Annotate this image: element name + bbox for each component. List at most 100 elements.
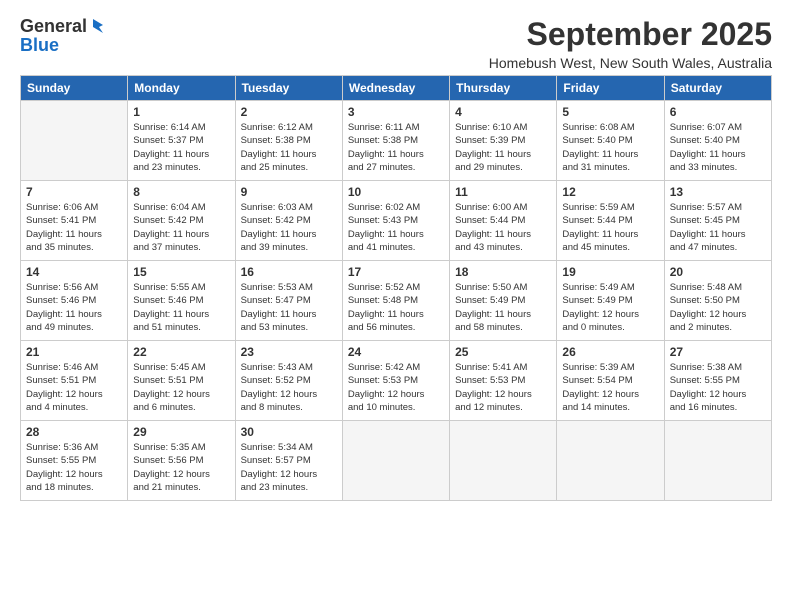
day-detail: Sunrise: 5:35 AM Sunset: 5:56 PM Dayligh… [133, 441, 229, 494]
calendar-cell: 9Sunrise: 6:03 AM Sunset: 5:42 PM Daylig… [235, 181, 342, 261]
day-number: 10 [348, 185, 444, 199]
day-number: 1 [133, 105, 229, 119]
calendar-cell: 28 Sunrise: 5:36 AM Sunset: 5:55 PM Dayli… [21, 421, 128, 501]
day-number: 27 [670, 345, 766, 359]
col-header-saturday: Saturday [664, 76, 771, 101]
day-number: 15 [133, 265, 229, 279]
calendar-cell: 7Sunrise: 6:06 AM Sunset: 5:41 PM Daylig… [21, 181, 128, 261]
day-number: 8 [133, 185, 229, 199]
calendar-cell: 23 Sunrise: 5:43 AM Sunset: 5:52 PM Dayli… [235, 341, 342, 421]
day-detail: Sunrise: 6:03 AM Sunset: 5:42 PM Dayligh… [241, 201, 337, 254]
day-number: 30 [241, 425, 337, 439]
calendar-cell: 21 Sunrise: 5:46 AM Sunset: 5:51 PM Dayli… [21, 341, 128, 421]
week-row-1: 1 Sunrise: 6:14 AM Sunset: 5:37 PM Daylig… [21, 101, 772, 181]
col-header-monday: Monday [128, 76, 235, 101]
day-detail: Sunrise: 6:14 AM Sunset: 5:37 PM Dayligh… [133, 121, 229, 174]
day-detail: Sunrise: 5:48 AM Sunset: 5:50 PM Dayligh… [670, 281, 766, 334]
logo-blue: Blue [20, 35, 59, 56]
day-detail: Sunrise: 5:57 AM Sunset: 5:45 PM Dayligh… [670, 201, 766, 254]
day-number: 28 [26, 425, 122, 439]
col-header-friday: Friday [557, 76, 664, 101]
calendar-cell: 11Sunrise: 6:00 AM Sunset: 5:44 PM Dayli… [450, 181, 557, 261]
day-number: 21 [26, 345, 122, 359]
day-number: 11 [455, 185, 551, 199]
logo-general: General [20, 16, 87, 37]
calendar-cell: 22Sunrise: 5:45 AM Sunset: 5:51 PM Dayli… [128, 341, 235, 421]
calendar-cell: 20 Sunrise: 5:48 AM Sunset: 5:50 PM Dayli… [664, 261, 771, 341]
day-detail: Sunrise: 6:08 AM Sunset: 5:40 PM Dayligh… [562, 121, 658, 174]
day-detail: Sunrise: 6:10 AM Sunset: 5:39 PM Dayligh… [455, 121, 551, 174]
calendar-cell [21, 101, 128, 181]
calendar-cell: 30 Sunrise: 5:34 AM Sunset: 5:57 PM Dayli… [235, 421, 342, 501]
day-detail: Sunrise: 5:50 AM Sunset: 5:49 PM Dayligh… [455, 281, 551, 334]
day-number: 13 [670, 185, 766, 199]
calendar-cell: 26Sunrise: 5:39 AM Sunset: 5:54 PM Dayli… [557, 341, 664, 421]
day-detail: Sunrise: 6:07 AM Sunset: 5:40 PM Dayligh… [670, 121, 766, 174]
calendar-cell: 2Sunrise: 6:12 AM Sunset: 5:38 PM Daylig… [235, 101, 342, 181]
week-row-5: 28 Sunrise: 5:36 AM Sunset: 5:55 PM Dayli… [21, 421, 772, 501]
day-detail: Sunrise: 6:02 AM Sunset: 5:43 PM Dayligh… [348, 201, 444, 254]
week-row-2: 7Sunrise: 6:06 AM Sunset: 5:41 PM Daylig… [21, 181, 772, 261]
day-detail: Sunrise: 5:53 AM Sunset: 5:47 PM Dayligh… [241, 281, 337, 334]
logo: General Blue [20, 16, 107, 56]
page-container: General Blue September 2025 Homebush Wes… [0, 0, 792, 511]
calendar-cell: 3 Sunrise: 6:11 AM Sunset: 5:38 PM Daylig… [342, 101, 449, 181]
calendar-cell: 15 Sunrise: 5:55 AM Sunset: 5:46 PM Dayli… [128, 261, 235, 341]
calendar-cell: 6 Sunrise: 6:07 AM Sunset: 5:40 PM Daylig… [664, 101, 771, 181]
calendar-cell: 5Sunrise: 6:08 AM Sunset: 5:40 PM Daylig… [557, 101, 664, 181]
calendar-cell: 8 Sunrise: 6:04 AM Sunset: 5:42 PM Daylig… [128, 181, 235, 261]
calendar-cell: 14 Sunrise: 5:56 AM Sunset: 5:46 PM Dayli… [21, 261, 128, 341]
day-number: 4 [455, 105, 551, 119]
calendar-cell: 13 Sunrise: 5:57 AM Sunset: 5:45 PM Dayli… [664, 181, 771, 261]
day-detail: Sunrise: 5:38 AM Sunset: 5:55 PM Dayligh… [670, 361, 766, 414]
day-number: 25 [455, 345, 551, 359]
calendar-cell: 1 Sunrise: 6:14 AM Sunset: 5:37 PM Daylig… [128, 101, 235, 181]
day-detail: Sunrise: 5:56 AM Sunset: 5:46 PM Dayligh… [26, 281, 122, 334]
calendar-cell [664, 421, 771, 501]
day-detail: Sunrise: 5:55 AM Sunset: 5:46 PM Dayligh… [133, 281, 229, 334]
day-detail: Sunrise: 5:59 AM Sunset: 5:44 PM Dayligh… [562, 201, 658, 254]
day-number: 17 [348, 265, 444, 279]
day-number: 22 [133, 345, 229, 359]
col-header-tuesday: Tuesday [235, 76, 342, 101]
day-number: 7 [26, 185, 122, 199]
calendar-cell: 10 Sunrise: 6:02 AM Sunset: 5:43 PM Dayli… [342, 181, 449, 261]
day-number: 26 [562, 345, 658, 359]
day-detail: Sunrise: 5:52 AM Sunset: 5:48 PM Dayligh… [348, 281, 444, 334]
day-detail: Sunrise: 6:04 AM Sunset: 5:42 PM Dayligh… [133, 201, 229, 254]
calendar-cell: 25 Sunrise: 5:41 AM Sunset: 5:53 PM Dayli… [450, 341, 557, 421]
day-number: 23 [241, 345, 337, 359]
title-area: September 2025 Homebush West, New South … [489, 16, 772, 71]
day-number: 3 [348, 105, 444, 119]
logo-bird-icon [89, 17, 107, 35]
calendar-cell: 12 Sunrise: 5:59 AM Sunset: 5:44 PM Dayli… [557, 181, 664, 261]
calendar-cell: 16 Sunrise: 5:53 AM Sunset: 5:47 PM Dayli… [235, 261, 342, 341]
calendar-cell: 29 Sunrise: 5:35 AM Sunset: 5:56 PM Dayli… [128, 421, 235, 501]
day-detail: Sunrise: 5:41 AM Sunset: 5:53 PM Dayligh… [455, 361, 551, 414]
calendar-table: SundayMondayTuesdayWednesdayThursdayFrid… [20, 75, 772, 501]
calendar-cell: 24Sunrise: 5:42 AM Sunset: 5:53 PM Dayli… [342, 341, 449, 421]
day-detail: Sunrise: 5:49 AM Sunset: 5:49 PM Dayligh… [562, 281, 658, 334]
day-number: 14 [26, 265, 122, 279]
calendar-cell: 17 Sunrise: 5:52 AM Sunset: 5:48 PM Dayli… [342, 261, 449, 341]
day-number: 6 [670, 105, 766, 119]
col-header-wednesday: Wednesday [342, 76, 449, 101]
day-detail: Sunrise: 5:46 AM Sunset: 5:51 PM Dayligh… [26, 361, 122, 414]
location: Homebush West, New South Wales, Australi… [489, 55, 772, 71]
day-detail: Sunrise: 5:43 AM Sunset: 5:52 PM Dayligh… [241, 361, 337, 414]
day-number: 29 [133, 425, 229, 439]
calendar-header-row: SundayMondayTuesdayWednesdayThursdayFrid… [21, 76, 772, 101]
day-detail: Sunrise: 5:34 AM Sunset: 5:57 PM Dayligh… [241, 441, 337, 494]
calendar-cell [557, 421, 664, 501]
day-detail: Sunrise: 5:36 AM Sunset: 5:55 PM Dayligh… [26, 441, 122, 494]
col-header-sunday: Sunday [21, 76, 128, 101]
calendar-cell: 18Sunrise: 5:50 AM Sunset: 5:49 PM Dayli… [450, 261, 557, 341]
day-number: 19 [562, 265, 658, 279]
day-detail: Sunrise: 6:11 AM Sunset: 5:38 PM Dayligh… [348, 121, 444, 174]
week-row-3: 14 Sunrise: 5:56 AM Sunset: 5:46 PM Dayli… [21, 261, 772, 341]
day-number: 20 [670, 265, 766, 279]
calendar-cell: 19 Sunrise: 5:49 AM Sunset: 5:49 PM Dayli… [557, 261, 664, 341]
day-number: 16 [241, 265, 337, 279]
day-detail: Sunrise: 5:42 AM Sunset: 5:53 PM Dayligh… [348, 361, 444, 414]
day-number: 12 [562, 185, 658, 199]
